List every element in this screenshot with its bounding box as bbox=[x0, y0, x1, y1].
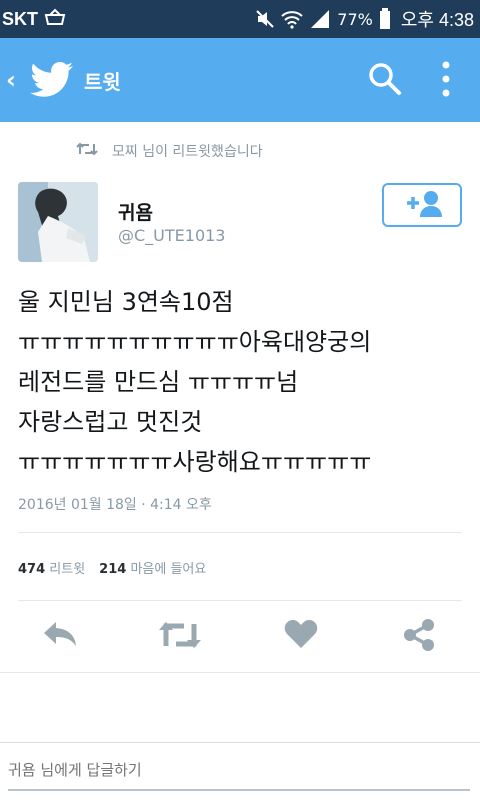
follow-button[interactable] bbox=[382, 183, 462, 227]
mute-icon bbox=[255, 9, 275, 29]
search-icon[interactable] bbox=[368, 62, 402, 100]
battery-label: 77% bbox=[337, 9, 373, 29]
add-user-icon bbox=[402, 189, 442, 221]
back-button[interactable]: ‹ bbox=[6, 66, 16, 94]
heart-icon[interactable] bbox=[284, 618, 318, 654]
author-handle[interactable]: @C_UTE1013 bbox=[118, 226, 225, 245]
battery-icon bbox=[379, 8, 391, 30]
status-right: 77% 오후 4:38 bbox=[255, 0, 474, 38]
page-title: 트윗 bbox=[84, 70, 121, 94]
share-icon[interactable] bbox=[402, 618, 436, 656]
retweet-small-icon bbox=[76, 142, 98, 160]
divider bbox=[18, 532, 462, 533]
reply-bar bbox=[0, 742, 480, 800]
carrier-label: SKT bbox=[2, 8, 38, 29]
overflow-menu-icon[interactable] bbox=[440, 60, 452, 102]
wifi-icon bbox=[281, 9, 303, 29]
tweet-line: 울 지민님 3연속10점 bbox=[18, 288, 234, 316]
retweet-stat[interactable]: 474 리트윗 bbox=[18, 558, 85, 577]
twitter-bird-icon[interactable] bbox=[30, 62, 74, 102]
author-name[interactable]: 귀욤 bbox=[118, 198, 153, 225]
clock: 오후 4:38 bbox=[400, 10, 474, 30]
divider bbox=[18, 600, 462, 601]
app-bar: ‹ 트윗 bbox=[0, 38, 480, 122]
like-count: 214 bbox=[99, 562, 127, 577]
retweet-icon[interactable] bbox=[158, 618, 202, 656]
tweet-actions bbox=[0, 612, 480, 660]
tweet-line: ㅠㅠㅠㅠㅠㅠㅠ사랑해요ㅠㅠㅠㅠㅠ bbox=[18, 448, 372, 476]
divider bbox=[0, 672, 480, 673]
reply-icon[interactable] bbox=[42, 618, 80, 656]
status-bar: SKT 77% 오후 4:38 bbox=[0, 0, 480, 38]
retweet-stat-label: 리트윗 bbox=[49, 562, 86, 577]
retweet-notice-text: 모찌 님이 리트윗했습니다 bbox=[112, 144, 263, 160]
retweet-count: 474 bbox=[18, 562, 46, 577]
tweet-line: 자랑스럽고 멋진것 bbox=[18, 408, 203, 436]
like-stat[interactable]: 214 마음에 들어요 bbox=[99, 558, 206, 577]
reply-input[interactable] bbox=[8, 755, 468, 785]
tweet-text: 울 지민님 3연속10점 ㅠㅠㅠㅠㅠㅠㅠㅠㅠㅠ아육대양궁의 레전드를 만드심 ㅠ… bbox=[18, 282, 468, 482]
reply-underline bbox=[8, 789, 470, 791]
basket-icon bbox=[44, 8, 66, 30]
retweet-notice: 모찌 님이 리트윗했습니다 bbox=[76, 141, 263, 161]
like-stat-label: 마음에 들어요 bbox=[130, 562, 207, 577]
status-left: SKT bbox=[2, 0, 66, 38]
avatar[interactable] bbox=[18, 182, 98, 262]
tweet-line: ㅠㅠㅠㅠㅠㅠㅠㅠㅠㅠ아육대양궁의 bbox=[18, 328, 372, 356]
tweet-timestamp: 2016년 01월 18일 · 4:14 오후 bbox=[18, 497, 212, 513]
tweet-line: 레전드를 만드심 ㅠㅠㅠㅠ넘 bbox=[18, 368, 299, 396]
signal-icon bbox=[309, 9, 331, 29]
tweet-stats: 474 리트윗 214 마음에 들어요 bbox=[18, 558, 206, 577]
